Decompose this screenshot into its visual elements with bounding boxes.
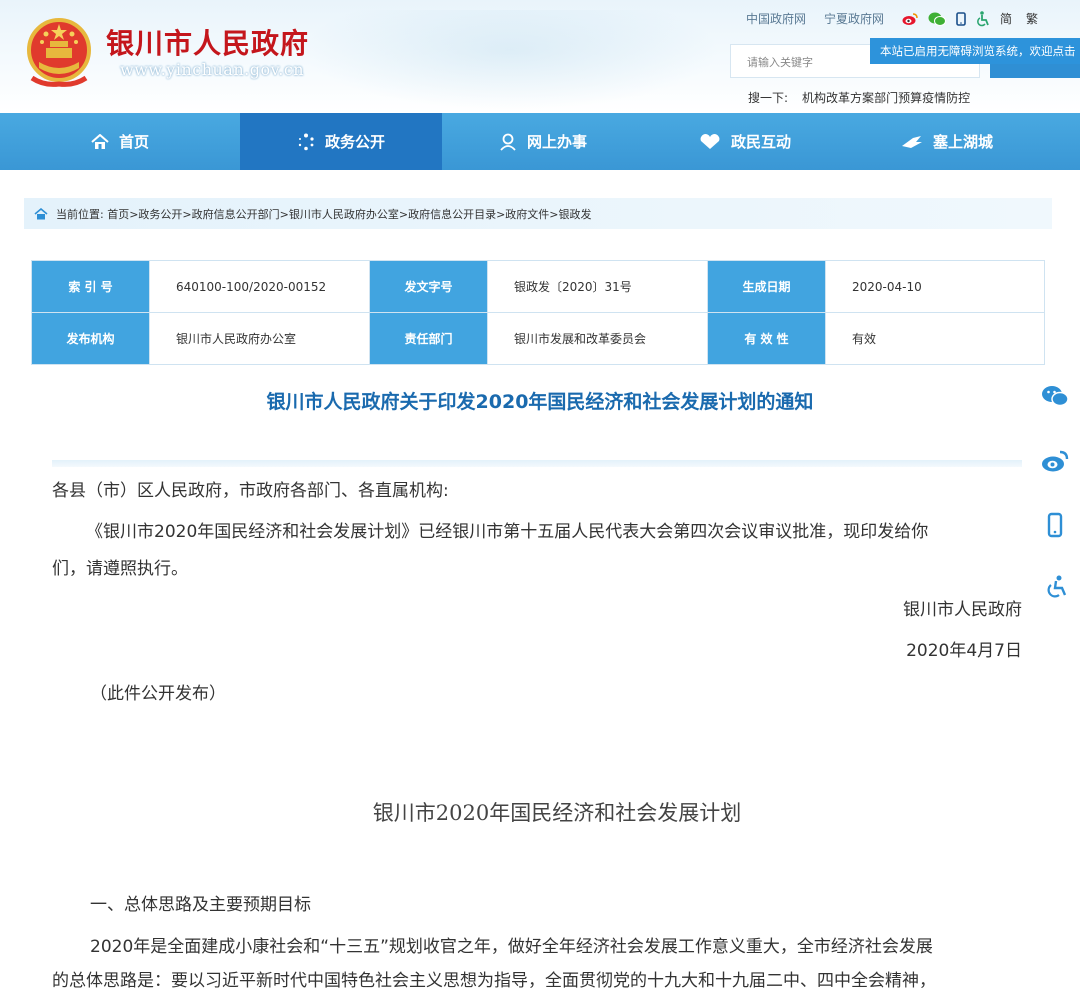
table-row: 索 引 号 640100-100/2020-00152 发文字号 银政发〔202…: [31, 260, 1045, 313]
breadcrumb-text[interactable]: 当前位置: 首页>政务公开>政府信息公开部门>银川市人民政府办公室>政府信息公开…: [56, 206, 592, 222]
breadcrumb: 当前位置: 首页>政务公开>政府信息公开部门>银川市人民政府办公室>政府信息公开…: [24, 198, 1052, 229]
site-url: www.yinchuan.gov.cn: [120, 60, 305, 79]
national-emblem-icon: [27, 18, 91, 87]
body-line: 2020年是全面建成小康社会和“十三五”规划收官之年，做好全年经济社会发展工作意…: [90, 937, 933, 957]
accessibility-icon[interactable]: [1038, 570, 1072, 604]
nav-lake-city[interactable]: 塞上湖城: [846, 113, 1048, 170]
service-person-icon: [499, 133, 517, 151]
site-header: 银川市人民政府 www.yinchuan.gov.cn 中国政府网 宁夏政府网 …: [0, 0, 1080, 113]
nav-label: 网上办事: [526, 133, 587, 151]
info-value: 640100-100/2020-00152: [149, 260, 370, 313]
mobile-icon[interactable]: [956, 11, 966, 26]
info-value: 银川市发展和改革委员会: [487, 312, 708, 365]
hot-words: 搜一下: 机构改革方案 部门预算 疫情防控: [748, 89, 970, 106]
wechat-icon[interactable]: [1038, 379, 1072, 413]
info-label: 责任部门: [369, 312, 488, 365]
publish-note: （此件公开发布）: [90, 684, 226, 704]
hot-word-budget[interactable]: 部门预算: [874, 89, 922, 106]
info-value: 2020-04-10: [825, 260, 1045, 313]
info-label: 生成日期: [707, 260, 826, 313]
body-line: 的总体思路是：要以习近平新时代中国特色社会主义思想为指导，全面贯彻党的十九大和十…: [52, 971, 936, 991]
table-row: 发布机构 银川市人民政府办公室 责任部门 银川市发展和改革委员会 有 效 性 有…: [31, 312, 1045, 365]
title-divider: [52, 460, 1022, 467]
sign-date: 2020年4月7日: [906, 641, 1022, 661]
bird-icon: [901, 134, 923, 150]
section-heading: 一、总体思路及主要预期目标: [90, 895, 311, 915]
document-info-table: 索 引 号 640100-100/2020-00152 发文字号 银政发〔202…: [31, 260, 1045, 365]
lang-traditional[interactable]: 繁: [1026, 10, 1038, 27]
home-icon: [34, 207, 48, 220]
salutation: 各县（市）区人民政府，市政府各部门、各直属机构:: [52, 481, 449, 501]
nav-label: 首页: [118, 133, 149, 151]
lang-simplified[interactable]: 简: [1000, 10, 1012, 27]
nav-gov-affairs[interactable]: 政务公开: [240, 113, 442, 170]
site-name[interactable]: 银川市人民政府: [106, 22, 309, 62]
document-title: 银川市人民政府关于印发2020年国民经济和社会发展计划的通知: [266, 391, 814, 413]
nav-label: 塞上湖城: [932, 133, 993, 151]
info-value: 银川市人民政府办公室: [149, 312, 370, 365]
weibo-icon[interactable]: [902, 12, 918, 26]
info-label: 发布机构: [31, 312, 150, 365]
hot-words-label: 搜一下:: [748, 91, 789, 105]
accessibility-icon[interactable]: [976, 10, 990, 27]
signer: 银川市人民政府: [903, 600, 1022, 620]
mobile-icon[interactable]: [1038, 508, 1072, 542]
top-link-gov-cn[interactable]: 中国政府网: [746, 10, 806, 27]
info-label: 发文字号: [369, 260, 488, 313]
nav-online-service[interactable]: 网上办事: [442, 113, 644, 170]
info-value: 银政发〔2020〕31号: [487, 260, 708, 313]
nav-interaction[interactable]: 政民互动: [644, 113, 846, 170]
top-links: 中国政府网 宁夏政府网 简 繁: [746, 10, 1052, 27]
heart-hands-icon: [699, 133, 721, 150]
info-label: 有 效 性: [707, 312, 826, 365]
plan-title: 银川市2020年国民经济和社会发展计划: [372, 801, 742, 825]
home-icon: [91, 133, 109, 150]
nav-label: 政务公开: [324, 133, 385, 151]
open-dots-icon: [297, 133, 315, 151]
main-nav: 首页 政务公开 网上办事 政民互动 塞上湖城: [0, 113, 1080, 170]
hot-word-reform[interactable]: 机构改革方案: [802, 89, 874, 106]
info-value: 有效: [825, 312, 1045, 365]
body-line: 们，请遵照执行。: [52, 559, 188, 579]
top-link-ningxia[interactable]: 宁夏政府网: [824, 10, 884, 27]
wechat-icon[interactable]: [928, 12, 947, 26]
hot-word-epidemic[interactable]: 疫情防控: [922, 89, 970, 106]
accessibility-notice[interactable]: 本站已启用无障碍浏览系统，欢迎点击: [870, 38, 1080, 64]
nav-label: 政民互动: [730, 133, 791, 151]
body-line: 《银川市2020年国民经济和社会发展计划》已经银川市第十五届人民代表大会第四次会…: [86, 522, 929, 542]
share-sidebar: [1038, 365, 1080, 621]
nav-home[interactable]: 首页: [0, 113, 240, 170]
weibo-icon[interactable]: [1038, 444, 1072, 478]
info-label: 索 引 号: [31, 260, 150, 313]
